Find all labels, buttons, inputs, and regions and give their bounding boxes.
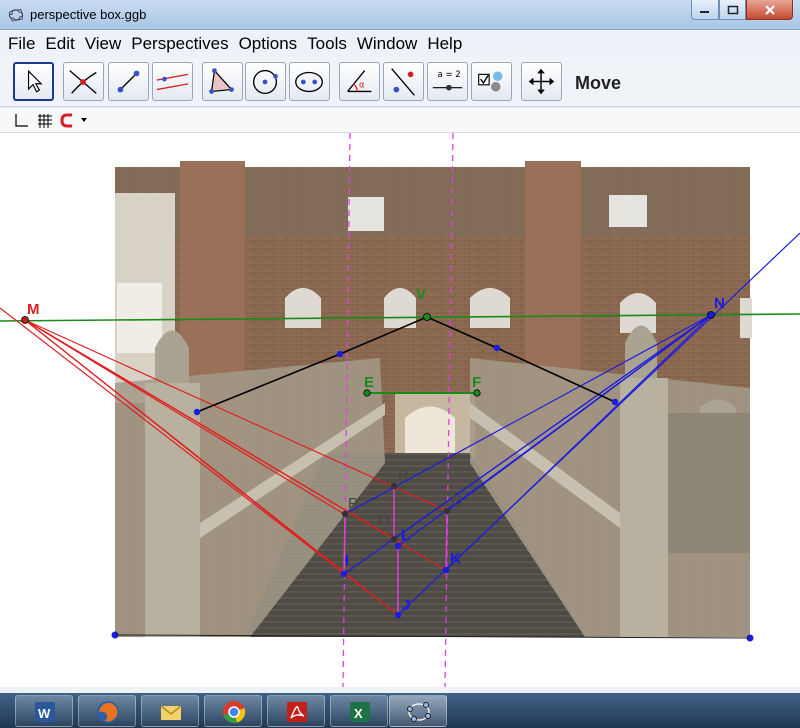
line-tool-button[interactable]: [108, 62, 149, 101]
geogebra-app-icon: [407, 702, 431, 722]
label-I: I: [345, 552, 349, 569]
toolbar: α a = 2: [0, 57, 800, 163]
geogebra-app-icon: [8, 9, 24, 22]
menu-file[interactable]: File: [8, 34, 35, 54]
graphics-view[interactable]: M N V E F P R Q O I J K L: [0, 133, 800, 687]
point-N: [707, 311, 715, 319]
point-I: [340, 570, 348, 578]
slider-tool-button[interactable]: a = 2: [427, 62, 468, 101]
intersect-point-icon: [69, 70, 97, 94]
menu-perspectives[interactable]: Perspectives: [131, 34, 228, 54]
cursor-arrow-icon: [27, 69, 43, 93]
perpendicular-tool-button[interactable]: [152, 62, 193, 101]
point-Q: [443, 507, 451, 515]
label-Q: Q: [451, 492, 463, 509]
menu-window[interactable]: Window: [357, 34, 417, 54]
taskbar-word[interactable]: W: [15, 695, 73, 727]
bridge-photo: [115, 161, 752, 637]
menu-view[interactable]: View: [85, 34, 122, 54]
svg-text:X: X: [354, 706, 363, 721]
taskbar-outlook[interactable]: [141, 695, 199, 727]
chrome-app-icon: [223, 701, 246, 723]
menu-bar: File Edit View Perspectives Options Tool…: [0, 30, 800, 57]
taskbar-acrobat[interactable]: [267, 695, 325, 727]
minimize-button[interactable]: [691, 0, 719, 20]
reflect-line-icon: [391, 68, 415, 96]
dropdown-arrow-icon[interactable]: [80, 116, 89, 124]
label-M: M: [27, 301, 40, 318]
grid-toggle-icon[interactable]: [36, 112, 54, 129]
geometry-canvas[interactable]: M N V E F P R Q O I J K L: [0, 133, 800, 687]
railing-point-2: [336, 350, 344, 358]
label-J: J: [402, 597, 410, 614]
line-icon: [117, 70, 140, 93]
railing-point-4: [611, 398, 619, 406]
axes-toggle-icon[interactable]: [12, 112, 30, 129]
taskbar-chrome[interactable]: [204, 695, 262, 727]
label-O: O: [378, 511, 390, 528]
circle-tool-button[interactable]: [245, 62, 286, 101]
angle-tool-button[interactable]: α: [339, 62, 380, 101]
label-K: K: [450, 550, 461, 567]
firefox-app-icon: [97, 701, 119, 723]
slider-tool-text: a = 2: [438, 70, 461, 80]
menu-help[interactable]: Help: [427, 34, 462, 54]
selected-tool-label: Move: [575, 73, 622, 93]
label-V: V: [416, 286, 426, 303]
label-N: N: [714, 295, 725, 312]
label-P: P: [348, 495, 358, 512]
angle-icon: α: [347, 70, 372, 93]
railing-point-1: [193, 408, 201, 416]
conic-tool-button[interactable]: [289, 62, 330, 101]
label-R: R: [398, 467, 409, 484]
svg-text:W: W: [38, 706, 51, 721]
move-view-tool-button[interactable]: [521, 62, 562, 101]
label-L: L: [401, 527, 410, 544]
ellipse-icon: [295, 71, 323, 93]
maximize-button[interactable]: [719, 0, 746, 20]
point-tool-button[interactable]: [63, 62, 104, 101]
magnet-icon[interactable]: [60, 112, 78, 129]
excel-app-icon: X: [350, 702, 370, 722]
taskbar-firefox[interactable]: [78, 695, 136, 727]
svg-text:α: α: [359, 81, 365, 91]
label-F: F: [472, 374, 481, 391]
taskbar-geogebra[interactable]: [389, 695, 447, 727]
point-V: [423, 313, 431, 321]
move-arrows-icon: [528, 68, 555, 95]
minimize-icon: [700, 10, 709, 13]
circle-icon: [252, 69, 278, 95]
window-title: perspective box.ggb: [30, 7, 147, 22]
title-bar: perspective box.ggb: [0, 0, 800, 30]
taskbar: W X: [0, 693, 800, 728]
label-E: E: [364, 374, 374, 391]
railing-point-3: [493, 344, 501, 352]
point-R: [390, 482, 398, 490]
close-icon: [764, 4, 775, 15]
polygon-tool-button[interactable]: [202, 62, 243, 101]
parallel-lines-icon: [156, 73, 189, 91]
point-J: [394, 611, 402, 619]
checkbox-tool-button[interactable]: [471, 62, 512, 101]
maximize-icon: [727, 5, 738, 14]
close-button[interactable]: [746, 0, 793, 20]
move-tool-button[interactable]: [13, 62, 54, 101]
point-K: [442, 566, 450, 574]
point-O: [390, 535, 398, 543]
acrobat-app-icon: [287, 702, 307, 722]
menu-edit[interactable]: Edit: [45, 34, 74, 54]
polygon-icon: [209, 68, 234, 94]
slider-icon: a = 2: [432, 70, 463, 91]
checkbox-icon: [478, 71, 503, 92]
menu-options[interactable]: Options: [239, 34, 298, 54]
menu-tools[interactable]: Tools: [307, 34, 347, 54]
taskbar-excel[interactable]: X: [330, 695, 388, 727]
reflect-tool-button[interactable]: [383, 62, 424, 101]
word-app-icon: W: [35, 702, 55, 722]
outlook-app-icon: [160, 705, 182, 720]
style-bar: [0, 108, 800, 133]
